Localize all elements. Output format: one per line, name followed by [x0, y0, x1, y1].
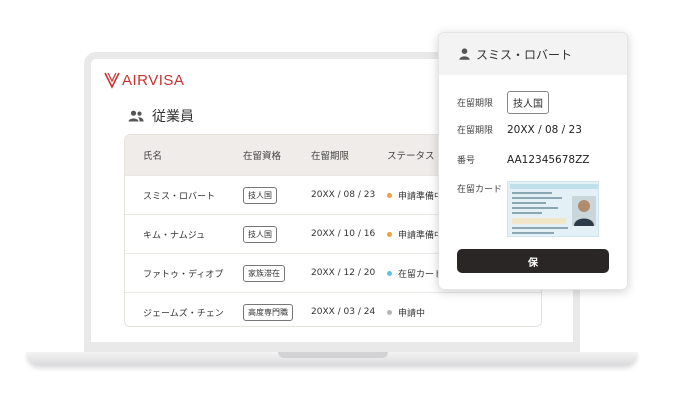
employee-name: キム・ナムジュ	[143, 230, 206, 241]
employee-name: ジェームズ・チェン	[143, 308, 224, 319]
detail-field-card: 在留カード	[457, 182, 507, 195]
save-button[interactable]: 保	[457, 249, 609, 273]
header-expiry: 在留期限	[311, 151, 350, 162]
residence-status-tag: 技人国	[243, 225, 277, 243]
status-cell: 申請準備中	[387, 228, 443, 241]
detail-name: スミス・ロバート	[476, 47, 573, 62]
status-text: 在留カード	[398, 269, 444, 280]
employee-name: ファトゥ・ディオプ	[143, 269, 224, 280]
people-icon	[128, 110, 144, 122]
status-text: 申請準備中	[398, 230, 444, 241]
status-dot-icon	[387, 309, 392, 315]
logo-mark-icon	[104, 72, 120, 89]
page-title: 従業員	[152, 109, 194, 125]
header-name: 氏名	[143, 151, 163, 162]
status-text: 申請準備中	[398, 191, 444, 202]
status-cell: 申請中	[387, 306, 425, 319]
detail-field-number: 番号 AA12345678ZZ	[457, 153, 590, 167]
status-cell: 申請準備中	[387, 189, 443, 202]
app-logo: AIRVISA	[104, 70, 184, 90]
detail-field-expiry: 在留期限 20XX / 08 / 23	[457, 123, 582, 137]
residence-card-thumbnail	[508, 182, 598, 236]
detail-expiry-value: 20XX / 08 / 23	[507, 123, 582, 136]
detail-status-tag: 技人国	[507, 91, 549, 114]
status-dot-icon	[387, 231, 392, 237]
detail-label: 在留カード	[457, 185, 503, 195]
employee-detail-popup: スミス・ロバート 在留期限 技人国 在留期限 20XX / 08 / 23 番号…	[438, 32, 628, 290]
residence-status-tag: 技人国	[243, 186, 277, 204]
residence-status-tag: 高度専門職	[243, 303, 293, 321]
laptop-notch	[278, 352, 388, 358]
residence-card-image[interactable]	[507, 181, 599, 237]
header-residence-status: 在留資格	[243, 151, 282, 162]
page-header: 従業員	[128, 106, 194, 126]
status-dot-icon	[387, 192, 392, 198]
header-status: ステータス	[387, 151, 435, 162]
expiry-date: 20XX / 10 / 16	[311, 229, 376, 239]
detail-label: 番号	[457, 156, 476, 166]
status-cell: 在留カード	[387, 267, 443, 280]
status-text: 申請中	[398, 308, 426, 319]
detail-label: 在留期限	[457, 126, 494, 136]
expiry-date: 20XX / 12 / 20	[311, 268, 376, 278]
residence-status-tag: 家族滞在	[243, 264, 285, 282]
popup-header: スミス・ロバート	[439, 33, 627, 75]
logo-text: AIRVISA	[122, 71, 185, 89]
detail-field-status: 在留期限 技人国	[457, 91, 549, 114]
person-icon	[459, 48, 470, 60]
employee-name: スミス・ロバート	[143, 191, 216, 202]
detail-label: 在留期限	[457, 99, 494, 109]
detail-number-value: AA12345678ZZ	[507, 153, 590, 166]
expiry-date: 20XX / 03 / 24	[311, 307, 376, 317]
expiry-date: 20XX / 08 / 23	[311, 190, 376, 200]
table-row[interactable]: ジェームズ・チェン 高度専門職 20XX / 03 / 24 申請中	[125, 292, 541, 326]
status-dot-icon	[387, 270, 392, 276]
